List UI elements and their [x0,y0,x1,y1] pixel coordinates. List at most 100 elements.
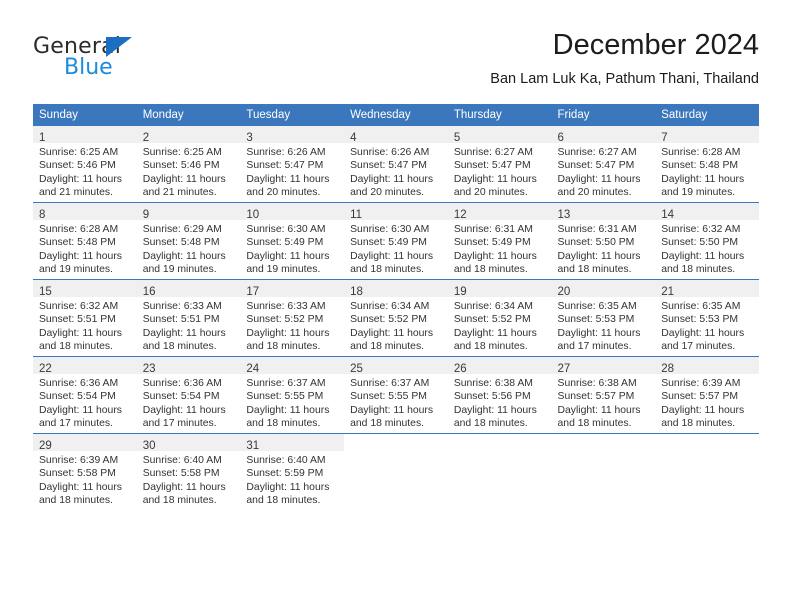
day-cell[interactable]: 1 Sunrise: 6:25 AM Sunset: 5:46 PM Daylight… [33,126,137,203]
sunrise-text: Sunrise: 6:35 AM [557,301,637,312]
day-number: 11 [350,209,363,221]
day-cell[interactable]: 16 Sunrise: 6:33 AM Sunset: 5:51 PM Dayligh… [136,279,241,357]
day-number: 3 [246,132,253,144]
sunrise-text: Sunrise: 6:27 AM [557,147,637,158]
sunset-text: Sunset: 5:59 PM [246,468,324,480]
day-cell[interactable]: 17 Sunrise: 6:33 AM Sunset: 5:52 PM Dayligh… [240,279,345,357]
day-cell[interactable]: 28 Sunrise: 6:39 AM Sunset: 5:57 PM Dayligh… [655,356,759,434]
day-number: 1 [39,132,46,144]
day-cell[interactable]: 27 Sunrise: 6:38 AM Sunset: 5:57 PM Dayligh… [551,356,656,434]
sunset-text: Sunset: 5:55 PM [246,391,324,403]
day-number-band: 7 [655,126,759,144]
day-cell[interactable]: 10 Sunrise: 6:30 AM Sunset: 5:49 PM Dayligh… [240,202,345,280]
day-cell[interactable]: 22 Sunrise: 6:36 AM Sunset: 5:54 PM Dayligh… [33,356,137,434]
day-cell[interactable]: 24 Sunrise: 6:37 AM Sunset: 5:55 PM Dayligh… [240,356,345,434]
daylight-text-line1: Daylight: 11 hours [453,404,537,416]
day-cell[interactable]: 29 Sunrise: 6:39 AM Sunset: 5:58 PM Dayligh… [33,433,137,510]
day-cell[interactable]: 26 Sunrise: 6:38 AM Sunset: 5:56 PM Dayligh… [447,356,552,434]
day-cell-body [552,451,656,454]
day-cell[interactable]: 6 Sunrise: 6:27 AM Sunset: 5:47 PM Daylight… [551,126,656,203]
daylight-text-line2: and 17 minutes. [39,418,113,430]
day-cell[interactable]: 5 Sunrise: 6:27 AM Sunset: 5:47 PM Daylight… [447,126,552,203]
daylight-text-line1: Daylight: 11 hours [350,250,434,262]
day-cell-body [655,451,759,454]
day-number: 10 [246,209,260,221]
sunrise-text: Sunrise: 6:25 AM [142,147,222,158]
day-cell[interactable]: 3 Sunrise: 6:26 AM Sunset: 5:47 PM Daylight… [240,126,345,203]
sunset-text: Sunset: 5:58 PM [142,468,220,480]
day-cell[interactable]: 30 Sunrise: 6:40 AM Sunset: 5:58 PM Dayligh… [136,433,241,510]
daylight-text-line2: and 18 minutes. [142,341,217,353]
day-cell[interactable]: 31 Sunrise: 6:40 AM Sunset: 5:59 PM Dayligh… [240,433,345,510]
day-cell[interactable]: 21 Sunrise: 6:35 AM Sunset: 5:53 PM Dayligh… [655,279,759,357]
day-number-band: 1 [33,126,137,144]
daylight-text-line1: Daylight: 11 hours [246,404,330,416]
daylight-text-line1: Daylight: 11 hours [557,173,641,185]
day-cell[interactable]: 18 Sunrise: 6:34 AM Sunset: 5:52 PM Dayligh… [344,279,448,357]
sunrise-text: Sunrise: 6:26 AM [350,147,430,158]
sunrise-text: Sunrise: 6:33 AM [142,301,222,312]
daylight-text-line2: and 18 minutes. [661,264,736,276]
sunset-text: Sunset: 5:49 PM [453,237,531,249]
day-number: 21 [661,286,675,298]
calendar-week-row: 29 Sunrise: 6:39 AM Sunset: 5:58 PM Dayligh… [33,433,759,510]
day-number-band: 30 [136,434,241,452]
sunset-text: Sunset: 5:53 PM [661,314,739,326]
sunset-text: Sunset: 5:51 PM [142,314,220,326]
day-cell-empty [655,433,759,510]
day-number: 20 [557,286,571,298]
sunset-text: Sunset: 5:47 PM [350,160,427,172]
day-cell[interactable]: 9 Sunrise: 6:29 AM Sunset: 5:48 PM Daylight… [136,202,241,280]
day-cell[interactable]: 7 Sunrise: 6:28 AM Sunset: 5:48 PM Daylight… [655,126,759,203]
day-number: 25 [350,363,363,375]
sunrise-text: Sunrise: 6:34 AM [350,301,430,312]
day-cell-body: Sunrise: 6:35 AM Sunset: 5:53 PM Daylight:… [655,297,759,354]
daylight-text-line1: Daylight: 11 hours [142,173,226,185]
day-cell[interactable]: 15 Sunrise: 6:32 AM Sunset: 5:51 PM Dayligh… [33,279,137,357]
day-cell[interactable]: 2 Sunrise: 6:25 AM Sunset: 5:46 PM Daylight… [136,126,241,203]
generalblue-logo[interactable]: General Blue [33,34,213,86]
daylight-text-line2: and 21 minutes. [39,187,113,199]
day-number-band: 27 [551,357,656,375]
daylight-text-line1: Daylight: 11 hours [142,327,226,339]
day-number-band: 10 [240,203,345,221]
day-number: 28 [661,363,675,375]
day-number: 31 [246,440,260,452]
day-cell[interactable]: 8 Sunrise: 6:28 AM Sunset: 5:48 PM Daylight… [33,202,137,280]
day-number: 4 [350,132,357,144]
sunrise-text: Sunrise: 6:32 AM [39,301,119,312]
day-cell[interactable]: 23 Sunrise: 6:36 AM Sunset: 5:54 PM Dayligh… [136,356,241,434]
day-cell-body: Sunrise: 6:40 AM Sunset: 5:58 PM Daylight:… [137,451,241,508]
sunrise-text: Sunrise: 6:39 AM [661,378,741,389]
day-number: 13 [557,209,571,221]
daylight-text-line1: Daylight: 11 hours [350,404,434,416]
day-cell[interactable]: 13 Sunrise: 6:31 AM Sunset: 5:50 PM Dayligh… [551,202,656,280]
day-cell[interactable]: 11 Sunrise: 6:30 AM Sunset: 5:49 PM Dayligh… [344,202,448,280]
day-cell-body [344,451,448,454]
sunrise-text: Sunrise: 6:37 AM [350,378,430,389]
sunset-text: Sunset: 5:58 PM [39,468,116,480]
day-cell-body [448,451,552,454]
sunset-text: Sunset: 5:52 PM [350,314,427,326]
title-block: December 2024 Ban Lam Luk Ka, Pathum Tha… [490,26,759,90]
day-number-band: 19 [447,280,552,298]
sunset-text: Sunset: 5:47 PM [453,160,531,172]
daylight-text-line1: Daylight: 11 hours [661,173,745,185]
day-cell-empty [447,433,552,510]
daylight-text-line2: and 19 minutes. [39,264,113,276]
day-cell[interactable]: 4 Sunrise: 6:26 AM Sunset: 5:47 PM Daylight… [344,126,448,203]
sunrise-text: Sunrise: 6:37 AM [246,378,326,389]
sunrise-text: Sunrise: 6:26 AM [246,147,326,158]
daylight-text-line1: Daylight: 11 hours [142,404,226,416]
day-cell[interactable]: 20 Sunrise: 6:35 AM Sunset: 5:53 PM Dayligh… [551,279,656,357]
day-cell-body: Sunrise: 6:39 AM Sunset: 5:58 PM Daylight:… [33,451,137,508]
daylight-text-line2: and 18 minutes. [246,418,321,430]
sunset-text: Sunset: 5:57 PM [557,391,635,403]
day-cell-body: Sunrise: 6:37 AM Sunset: 5:55 PM Daylight:… [344,374,448,431]
day-cell[interactable]: 19 Sunrise: 6:34 AM Sunset: 5:52 PM Dayligh… [447,279,552,357]
day-cell[interactable]: 14 Sunrise: 6:32 AM Sunset: 5:50 PM Dayligh… [655,202,759,280]
day-number: 23 [142,363,156,375]
day-cell[interactable]: 25 Sunrise: 6:37 AM Sunset: 5:55 PM Dayligh… [344,356,448,434]
day-cell[interactable]: 12 Sunrise: 6:31 AM Sunset: 5:49 PM Dayligh… [447,202,552,280]
sunrise-text: Sunrise: 6:25 AM [39,147,119,158]
